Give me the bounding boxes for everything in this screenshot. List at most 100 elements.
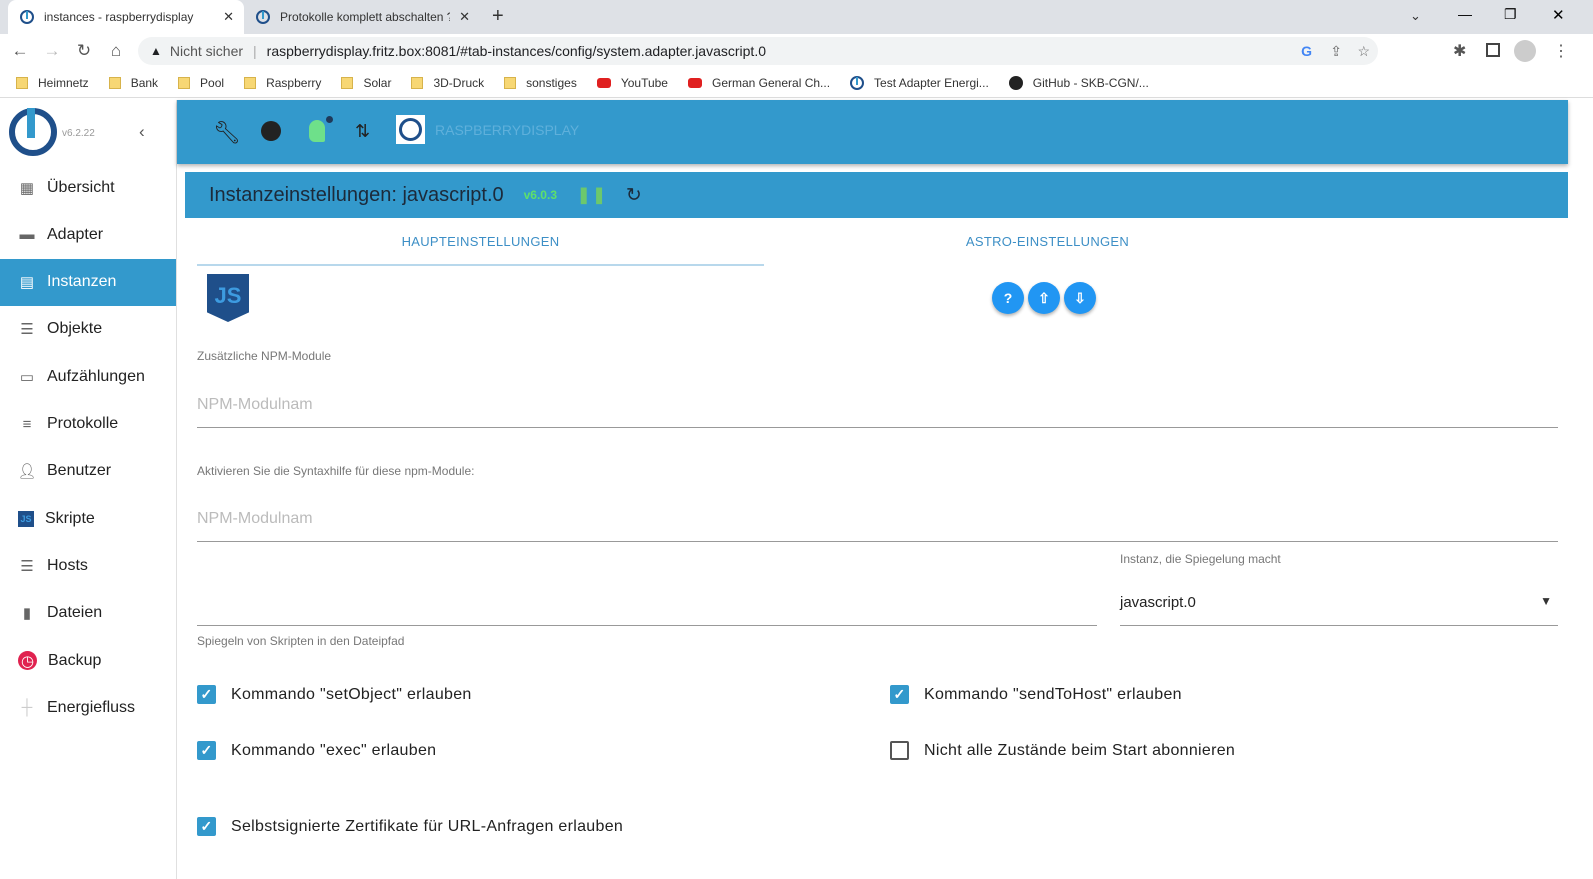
wrench-icon[interactable]: 🔧︎ xyxy=(213,120,241,146)
google-icon[interactable]: G xyxy=(1301,43,1312,59)
checkbox[interactable] xyxy=(890,741,909,760)
expert-mode-icon[interactable] xyxy=(309,120,325,142)
bookmark-item[interactable]: GitHub - SKB-CGN/... xyxy=(1008,75,1149,90)
sidebar-item-label: Skripte xyxy=(45,509,95,527)
bookmark-item[interactable]: Bank xyxy=(108,75,159,90)
bookmark-item[interactable]: Solar xyxy=(341,76,391,90)
sidebar-item-instances[interactable]: ▤ Instanzen xyxy=(0,258,176,306)
sync-disabled-icon[interactable]: ⇅ xyxy=(355,121,370,142)
checkbox[interactable]: ✓ xyxy=(197,817,216,836)
sidebar-item-store[interactable]: ▬ Adapter xyxy=(0,211,176,258)
bookmark-item[interactable]: Heimnetz xyxy=(16,76,89,90)
bookmark-label: GitHub - SKB-CGN/... xyxy=(1032,75,1149,90)
collapse-sidebar-icon[interactable]: ‹ xyxy=(139,122,145,142)
security-label[interactable]: Nicht sicher xyxy=(170,43,243,59)
syntax-help-input[interactable]: NPM-Modulnam xyxy=(197,504,1558,542)
forward-icon[interactable]: → xyxy=(36,41,68,61)
new-tab-button[interactable]: + xyxy=(492,5,504,28)
bookmark-item[interactable]: Raspberry xyxy=(244,76,321,90)
bookmark-item[interactable]: sonstiges xyxy=(504,76,577,90)
browser-tab-bar: instances - raspberrydisplay ✕ Protokolle… xyxy=(0,0,1593,34)
browser-tab[interactable]: Protokolle komplett abschalten ? ✕ xyxy=(244,0,480,34)
store-icon: ▬ xyxy=(19,226,35,244)
folder-icon xyxy=(411,76,424,89)
dropdown-arrow-icon: ▼ xyxy=(1540,594,1552,608)
host-logo xyxy=(396,115,425,144)
checkbox-row[interactable]: ✓ Kommando "sendToHost" erlauben xyxy=(890,685,1182,704)
mirror-instance-select[interactable]: javascript.0 ▼ xyxy=(1120,588,1558,626)
youtube-icon xyxy=(596,77,611,88)
bookmark-item[interactable]: Test Adapter Energi... xyxy=(850,75,989,90)
bookmark-label: Test Adapter Energi... xyxy=(874,75,989,90)
profile-icon[interactable] xyxy=(1514,40,1536,62)
bookmark-label: Heimnetz xyxy=(38,75,89,90)
upload-button[interactable]: ⇧ xyxy=(1028,282,1060,314)
home-icon[interactable]: ⌂ xyxy=(100,41,132,61)
restore-button[interactable]: ❐ xyxy=(1504,6,1517,23)
sidebar-item-backup[interactable]: ◷ Backup xyxy=(0,637,176,684)
theme-icon[interactable] xyxy=(261,121,281,141)
sidebar-item-grid[interactable]: ▦ Übersicht xyxy=(0,164,176,211)
checkbox[interactable]: ✓ xyxy=(197,685,216,704)
close-tab-icon[interactable]: ✕ xyxy=(223,9,234,25)
share-icon[interactable]: ⇪ xyxy=(1330,43,1342,60)
checkbox[interactable]: ✓ xyxy=(890,685,909,704)
sidebar-item-label: Protokolle xyxy=(47,415,119,432)
tab-astro-settings[interactable]: ASTRO-EINSTELLUNGEN xyxy=(764,234,1331,249)
bookmark-label: Bank xyxy=(130,75,159,90)
close-window-button[interactable]: ✕ xyxy=(1552,6,1565,24)
checkbox[interactable]: ✓ xyxy=(197,741,216,760)
bookmark-item[interactable]: German General Ch... xyxy=(687,76,830,90)
sidebar-item-list[interactable]: ☰ Objekte xyxy=(0,306,176,353)
tab-main-settings[interactable]: HAUPTEINSTELLUNGEN xyxy=(197,234,764,249)
iobroker-favicon xyxy=(256,10,270,24)
top-toolbar: 🔧︎ ⇅ RASPBERRYDISPLAY xyxy=(177,100,1568,164)
checkbox-row[interactable]: Nicht alle Zustände beim Start abonniere… xyxy=(890,741,1235,760)
url-text: raspberrydisplay.fritz.box:8081/#tab-ins… xyxy=(266,43,766,59)
help-button[interactable]: ? xyxy=(992,282,1024,314)
checkbox-row[interactable]: ✓ Kommando "exec" erlauben xyxy=(197,741,436,760)
sidebar-item-log[interactable]: ≡ Protokolle xyxy=(0,401,176,448)
npm-modules-input[interactable]: NPM-Modulnam xyxy=(197,390,1558,428)
tab-search-icon[interactable]: ⌄ xyxy=(1410,8,1421,24)
address-input[interactable]: ▲ Nicht sicher | raspberrydisplay.fritz.… xyxy=(138,37,1378,65)
side-panel-icon[interactable] xyxy=(1486,43,1500,57)
sidebar-item-enum[interactable]: ▭ Aufzählungen xyxy=(0,353,176,400)
download-button[interactable]: ⇩ xyxy=(1064,282,1096,314)
star-icon[interactable]: ☆ xyxy=(1357,43,1370,60)
bookmark-item[interactable]: YouTube xyxy=(596,76,668,90)
sidebar-item-energy[interactable]: ┼ Energiefluss xyxy=(0,684,176,731)
list-icon: ☰ xyxy=(20,321,34,339)
browser-tab[interactable]: instances - raspberrydisplay ✕ xyxy=(8,0,244,34)
folder-icon xyxy=(341,76,354,89)
sidebar-item-label: Hosts xyxy=(47,556,88,574)
notification-dot xyxy=(326,116,333,123)
page-title: Instanzeinstellungen: javascript.0 xyxy=(209,183,504,206)
bookmarks-bar: Heimnetz Bank Pool Raspberry Solar 3D-Druck so… xyxy=(0,68,1593,98)
pause-icon[interactable]: ❚❚ xyxy=(577,185,608,205)
iobroker-favicon xyxy=(20,10,34,24)
close-tab-icon[interactable]: ✕ xyxy=(459,9,470,25)
sidebar-item-user[interactable]: 👤︎ Benutzer xyxy=(0,448,176,495)
checkbox-label: Nicht alle Zustände beim Start abonniere… xyxy=(924,741,1236,759)
checkbox-label: Selbstsignierte Zertifikate für URL-Anfr… xyxy=(231,817,624,835)
minimize-button[interactable]: — xyxy=(1458,6,1472,22)
reload-icon[interactable]: ↻ xyxy=(68,41,100,61)
bookmark-item[interactable]: Pool xyxy=(178,76,224,90)
sidebar-item-files[interactable]: ▮ Dateien xyxy=(0,590,176,637)
mirror-instance-label: Instanz, die Spiegelung macht xyxy=(1120,552,1281,566)
sidebar-item-hosts[interactable]: ☰ Hosts xyxy=(0,542,176,589)
checkbox-label: Kommando "sendToHost" erlauben xyxy=(924,685,1182,703)
back-icon[interactable]: ← xyxy=(4,41,36,61)
reload-instance-icon[interactable]: ↻ xyxy=(626,184,642,207)
instances-icon: ▤ xyxy=(19,274,35,292)
bookmark-item[interactable]: 3D-Druck xyxy=(411,76,484,90)
menu-icon[interactable]: ⋮ xyxy=(1553,41,1569,61)
extensions-icon[interactable]: ✱ xyxy=(1453,41,1466,61)
energy-icon: ┼ xyxy=(21,699,33,717)
sidebar-item-js[interactable]: JS Skripte xyxy=(0,495,176,542)
checkbox-row[interactable]: ✓ Selbstsignierte Zertifikate für URL-Anf… xyxy=(197,817,623,836)
syntax-help-placeholder: NPM-Modulnam xyxy=(197,510,313,527)
mirror-path-input[interactable] xyxy=(197,590,1097,626)
checkbox-row[interactable]: ✓ Kommando "setObject" erlauben xyxy=(197,685,472,704)
